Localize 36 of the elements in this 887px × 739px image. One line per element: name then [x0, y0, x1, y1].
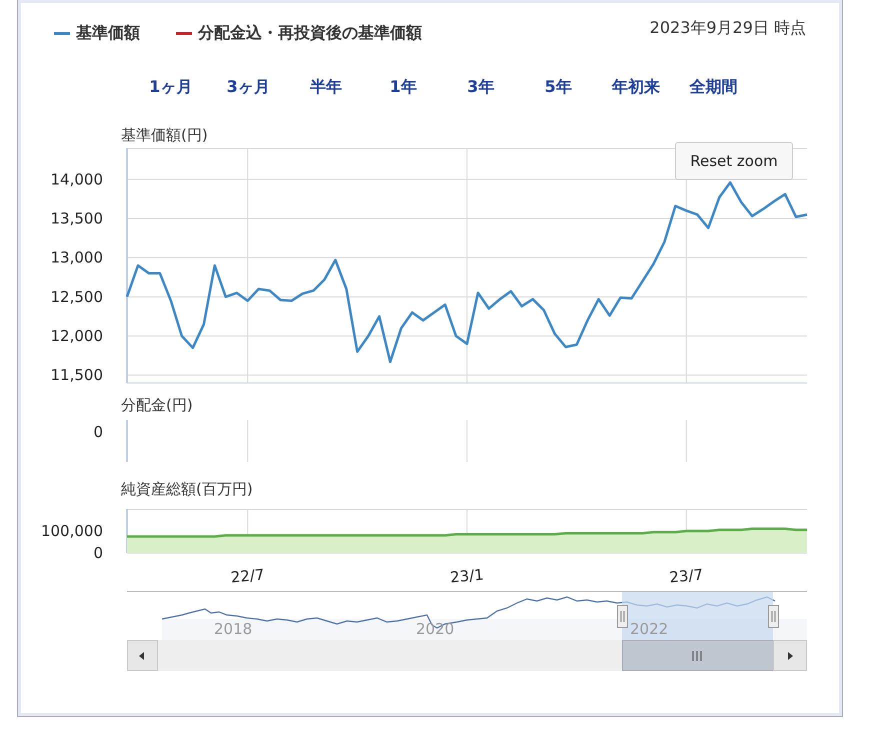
legend-label[interactable]: 分配金込・再投資後の基準価額 [198, 22, 422, 44]
chart-title: 純資産総額(百万円) [120, 479, 254, 498]
axis-tick-label: 14,000 [50, 170, 103, 188]
axis-tick-label: 23/1 [449, 566, 484, 586]
axis-tick-label: 11,500 [50, 366, 103, 384]
chart-title: 基準価額(円) [120, 125, 209, 146]
as-of-date: 2023年9月29日 時点 [650, 18, 806, 39]
year-label: 2022 [630, 620, 668, 638]
axis-tick-label: 0 [93, 423, 103, 441]
range-button[interactable]: 半年 [287, 76, 364, 98]
axis-tick-label: 13,500 [50, 210, 103, 228]
year-label: 2020 [416, 620, 454, 638]
legend-label[interactable]: 基準価額 [76, 22, 140, 44]
axis-tick-label: 22/7 [230, 566, 266, 586]
range-button[interactable]: 5年 [520, 76, 597, 98]
chart-title: 分配金(円) [120, 395, 194, 416]
axis-tick-label: 12,000 [50, 327, 103, 345]
reset-zoom-button[interactable]: Reset zoom [675, 142, 793, 180]
range-button[interactable]: 全期間 [674, 76, 752, 98]
scroll-left-button[interactable] [127, 640, 158, 671]
handle-icon[interactable] [617, 605, 628, 628]
scrollbar-thumb[interactable] [622, 640, 774, 671]
axis-tick-label: 23/7 [668, 566, 704, 586]
navigator-selection[interactable] [622, 592, 773, 640]
range-button[interactable]: 3年 [442, 76, 520, 98]
axis-tick-label: 0 [93, 544, 103, 562]
axis-tick-label: 100,000 [40, 522, 103, 540]
range-button[interactable]: 1年 [364, 76, 442, 98]
range-button[interactable]: 1ヶ月 [132, 76, 210, 98]
year-label: 2018 [214, 620, 252, 638]
axis-tick-label: 12,500 [50, 288, 103, 306]
scroll-right-button[interactable] [773, 640, 807, 671]
range-button[interactable]: 3ヶ月 [210, 76, 287, 98]
range-button[interactable]: 年初来 [597, 76, 674, 98]
handle-icon[interactable] [768, 605, 779, 628]
axis-tick-label: 13,000 [50, 248, 103, 267]
